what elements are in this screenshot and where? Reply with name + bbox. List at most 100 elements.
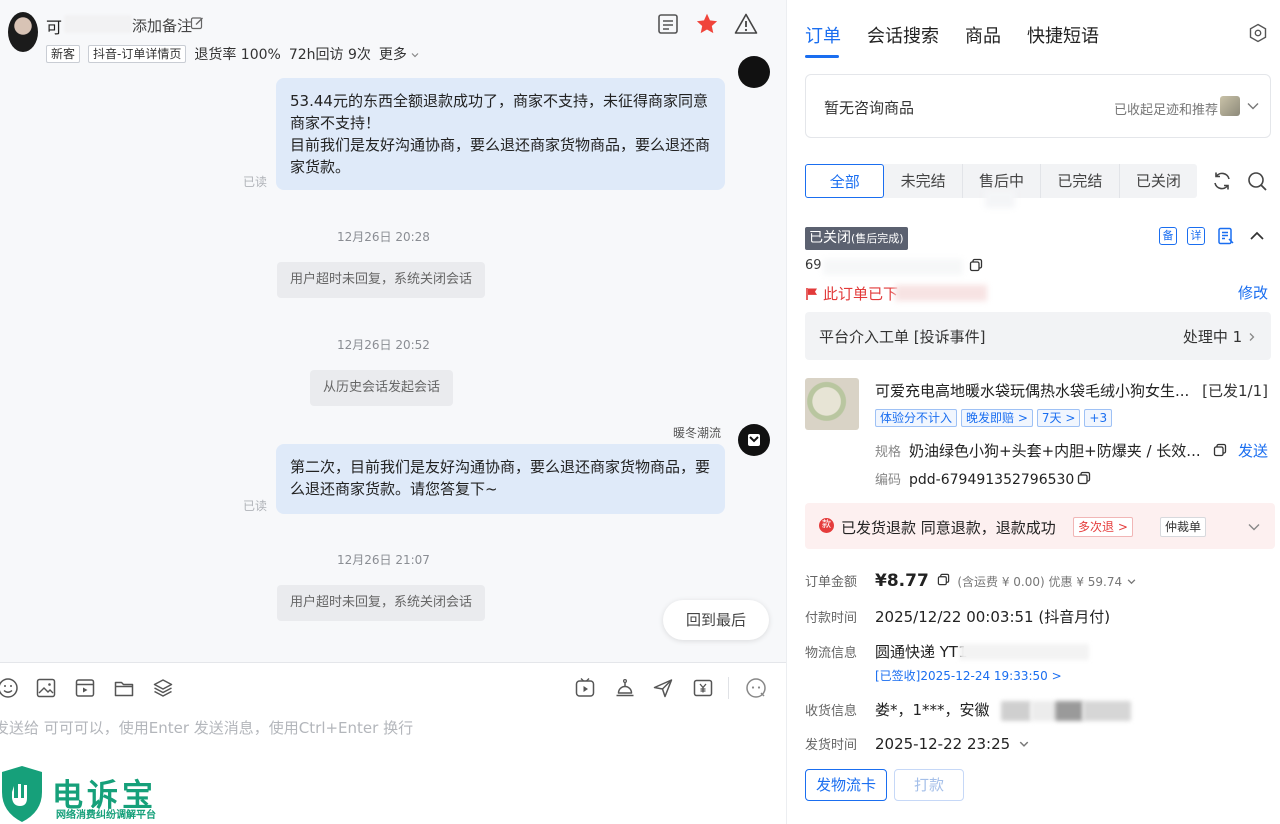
refund-icon[interactable] xyxy=(692,677,714,699)
tab-chat-search[interactable]: 会话搜索 xyxy=(867,22,939,58)
multi-refund-tag[interactable]: 多次退 > xyxy=(1073,517,1133,537)
refund-rate: 退货率 100% xyxy=(194,47,281,63)
chat-header: 可 添加备注 新客 抖音-订单详情页 退货率 100% 72h回访 9次 更多 xyxy=(0,0,786,70)
video-card-icon[interactable] xyxy=(574,677,596,699)
chevron-down-icon[interactable] xyxy=(1246,99,1260,113)
tab-products[interactable]: 商品 xyxy=(965,22,1001,58)
refresh-icon[interactable] xyxy=(1211,170,1233,192)
refund-dot-badge: 款 xyxy=(819,518,834,533)
image-icon[interactable] xyxy=(35,677,57,699)
emoji-icon[interactable] xyxy=(0,677,19,699)
paytime-label: 付款时间 xyxy=(805,611,858,626)
redaction-mask xyxy=(1031,701,1055,721)
folder-icon[interactable] xyxy=(113,677,135,699)
status-badge: 已关闭(售后完成) xyxy=(805,227,908,250)
note-icon[interactable] xyxy=(656,12,680,36)
timestamp: 12月26日 20:52 xyxy=(337,338,430,352)
edit-icon[interactable] xyxy=(190,16,204,30)
code-label: 编码 xyxy=(875,473,902,488)
message-bubble: 第二次，目前我们是友好沟通协商，要么退还商家货物商品，要么退还商家货款。请您答复… xyxy=(276,444,725,514)
customer-tags: 新客 抖音-订单详情页 退货率 100% 72h回访 9次 更多 xyxy=(46,44,419,64)
ai-assist-icon[interactable] xyxy=(745,677,767,699)
warning-icon[interactable] xyxy=(734,12,758,36)
chevron-down-icon[interactable] xyxy=(1247,520,1261,534)
layers-icon[interactable] xyxy=(152,677,174,699)
filter-closed[interactable]: 已关闭 xyxy=(1120,164,1197,198)
consult-hint: 已收起足迹和推荐 xyxy=(1113,103,1218,118)
spec-value: 奶油绿色小狗+头套+内胆+防爆夹 / 长效... xyxy=(909,442,1201,460)
tag-source: 抖音-订单详情页 xyxy=(88,45,187,63)
revisit-count: 72h回访 9次 xyxy=(288,47,371,63)
gear-icon[interactable] xyxy=(1248,23,1268,43)
note-badge-button[interactable]: 备 xyxy=(1159,227,1177,245)
send-product-link[interactable]: 发送 xyxy=(1238,440,1268,461)
copy-icon[interactable] xyxy=(969,258,983,272)
code-value: pdd-679491352796530 xyxy=(909,472,1075,488)
product-tag: 体验分不计入 xyxy=(875,409,958,427)
redaction-mask xyxy=(895,285,987,301)
toolbar-divider xyxy=(728,677,729,699)
video-icon[interactable] xyxy=(74,677,96,699)
redaction-mask xyxy=(959,644,1089,660)
copy-icon[interactable] xyxy=(1213,443,1227,457)
shop-avatar xyxy=(738,56,770,88)
back-to-last-button[interactable]: 回到最后 xyxy=(663,600,769,640)
consult-products-box[interactable]: 暂无咨询商品 已收起足迹和推荐 xyxy=(805,74,1271,138)
consult-thumbnail xyxy=(1220,96,1240,116)
send-icon[interactable] xyxy=(652,677,674,699)
order-amount-row: 订单金额 ¥8.77 (含运费 ¥ 0.00) 优惠 ¥ 59.74 xyxy=(805,571,1136,591)
amount-sub: (含运费 ¥ 0.00) 优惠 ¥ 59.74 xyxy=(957,575,1123,589)
platform-ticket-count: 处理中 1 xyxy=(1182,328,1243,346)
chevron-right-icon xyxy=(1249,333,1255,341)
spec-label: 规格 xyxy=(875,445,902,460)
platform-ticket-bar[interactable]: 平台介入工单 [投诉事件] 处理中 1 xyxy=(805,312,1271,360)
copy-icon[interactable] xyxy=(937,573,950,586)
flag-text: 此订单已下 xyxy=(823,285,899,303)
logistics-value: 圆通快递 YT1 xyxy=(875,643,968,661)
signed-status-link[interactable]: [已签收]2025-12-24 19:33:50 > xyxy=(875,667,1062,684)
read-status: 已读 xyxy=(243,499,268,513)
modify-link[interactable]: 修改 xyxy=(1238,282,1268,303)
arbitration-tag[interactable]: 仲裁单 xyxy=(1160,517,1207,537)
document-icon[interactable] xyxy=(1217,227,1235,245)
service-bell-icon[interactable] xyxy=(614,677,636,699)
avatar[interactable] xyxy=(8,12,38,52)
chevron-up-icon[interactable] xyxy=(1249,228,1265,244)
masked-name xyxy=(64,15,132,33)
product-ship-status: [已发1/1] xyxy=(1202,382,1268,400)
star-icon[interactable] xyxy=(695,12,719,36)
product-image[interactable] xyxy=(805,378,859,430)
add-note-link[interactable]: 添加备注 xyxy=(132,15,192,36)
chevron-down-icon[interactable] xyxy=(1127,577,1136,586)
pay-time-row: 付款时间 2025/12/22 00:03:51 (抖音月付) xyxy=(805,606,1110,627)
user-name: 可 xyxy=(46,18,63,37)
order-tabs: 订单 会话搜索 商品 快捷短语 xyxy=(805,22,1099,58)
tab-quick-phrases[interactable]: 快捷短语 xyxy=(1027,22,1099,58)
copy-icon[interactable] xyxy=(1077,471,1091,485)
send-logistics-card-button[interactable]: 发物流卡 xyxy=(805,769,887,801)
status-label: 已关闭 xyxy=(809,230,851,246)
product-tag[interactable]: 7天 > xyxy=(1036,409,1081,427)
product-tag-more[interactable]: +3 xyxy=(1084,409,1113,427)
search-icon[interactable] xyxy=(1246,170,1268,192)
platform-ticket-label: 平台介入工单 [投诉事件] xyxy=(819,328,986,346)
product-title[interactable]: 可爱充电高地暖水袋玩偶热水袋毛绒小狗女生... xyxy=(875,380,1197,401)
tab-orders[interactable]: 订单 xyxy=(805,22,841,58)
refund-status-bar[interactable]: 款 已发货退款 同意退款，退款成功 多次退 > 仲裁单 xyxy=(805,503,1275,549)
filter-all[interactable]: 全部 xyxy=(805,164,885,198)
detail-badge-button[interactable]: 详 xyxy=(1187,227,1205,245)
product-tags: 体验分不计入 晚发即赔 > 7天 > +3 xyxy=(875,409,1113,427)
product-spec: 规格 奶油绿色小狗+头套+内胆+防爆夹 / 长效... xyxy=(875,440,1201,461)
chevron-down-icon[interactable] xyxy=(1019,739,1029,749)
amount-value: ¥8.77 xyxy=(875,571,929,591)
shiptime-label: 发货时间 xyxy=(805,738,858,753)
message-bubble: 53.44元的东西全额退款成功了，商家不支持，未征得商家同意商家不支持！ 目前我… xyxy=(276,78,725,190)
system-message: 用户超时未回复，系统关闭会话 xyxy=(277,262,486,298)
filter-incomplete[interactable]: 未完结 xyxy=(884,164,963,198)
message-input[interactable]: 发送给 可可可以，使用Enter 发送消息，使用Ctrl+Enter 换行 xyxy=(0,717,413,738)
filter-completed[interactable]: 已完结 xyxy=(1041,164,1120,198)
payment-button[interactable]: 打款 xyxy=(894,769,964,801)
product-tag[interactable]: 晚发即赔 > xyxy=(961,409,1033,427)
more-dropdown[interactable]: 更多 xyxy=(379,44,419,64)
amount-label: 订单金额 xyxy=(805,575,858,590)
